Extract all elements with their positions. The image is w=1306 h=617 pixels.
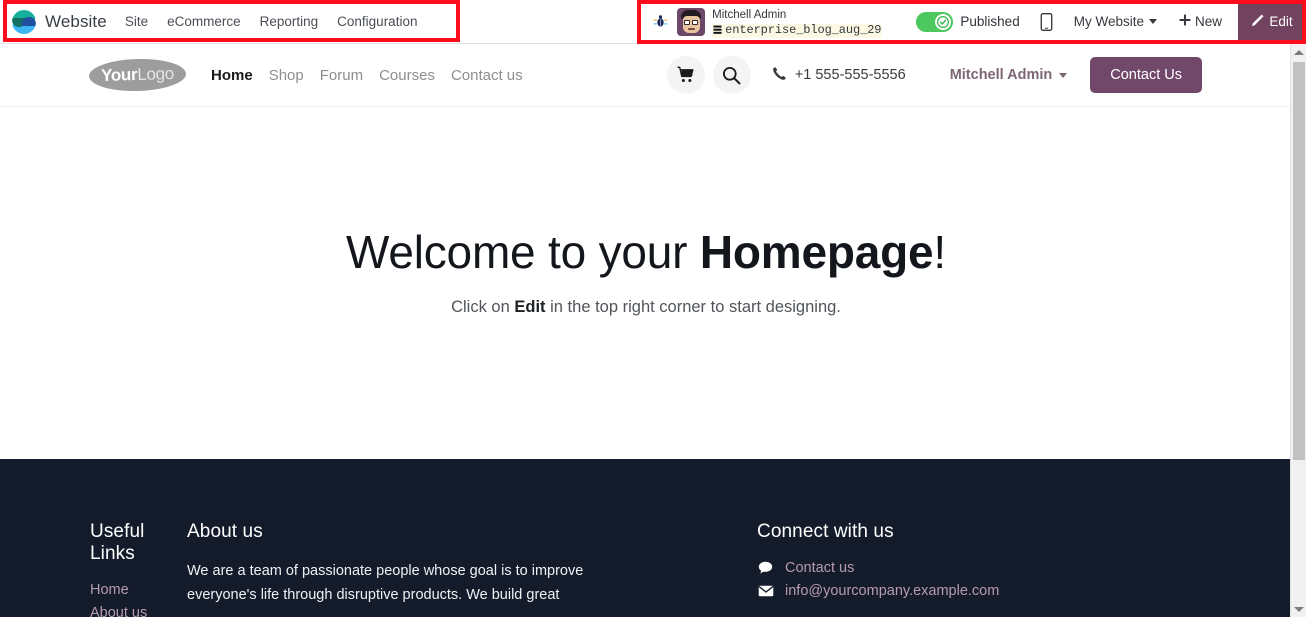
site-selector-label: My Website [1073,14,1144,29]
database-name-text: enterprise_blog_aug_29 [725,22,882,37]
bug-icon[interactable] [641,14,677,29]
publish-toggle[interactable] [916,11,954,32]
footer-useful-links-list: Home About us [90,582,187,617]
database-name-label: enterprise_blog_aug_29 [712,22,883,38]
website-user-menu[interactable]: Mitchell Admin [950,67,1068,83]
check-circle-icon [935,13,952,30]
backend-menu-list: Site eCommerce Reporting Configuration [125,14,418,29]
nav-item-courses[interactable]: Courses [379,67,435,84]
footer-connect-list: Contact us info@yourcompany.example.com [757,560,1157,599]
nav-item-home[interactable]: Home [211,67,253,84]
footer-connect-item-contact[interactable]: Contact us [757,560,1157,576]
footer-title-about: About us [187,521,263,542]
logo-light-text: Logo [137,64,175,85]
hero-subtitle: Click on Edit in the top right corner to… [451,298,841,317]
publish-toggle-group[interactable]: Published [916,11,1020,32]
website-header: YourLogo Home Shop Forum Courses Contact… [0,44,1292,107]
chevron-down-icon [1059,72,1068,78]
footer-link-home[interactable]: Home [90,582,187,598]
hero-sub-post: in the top right corner to start designi… [545,298,841,316]
phone-icon [772,66,787,85]
footer-column-useful-links: Useful Links Home About us [0,521,187,617]
footer-connect-item-email[interactable]: info@yourcompany.example.com [757,583,1157,599]
hero-title-bold: Homepage [699,226,934,278]
odoo-top-navbar: Website Site eCommerce Reporting Configu… [0,0,1306,44]
search-icon[interactable] [712,56,751,94]
phone-number: +1 555-555-5556 [794,67,906,83]
footer-title-connect: Connect with us [757,521,894,542]
envelope-icon [757,585,774,597]
scroll-up-arrow-icon[interactable] [1291,44,1306,60]
logo-bold-text: Your [100,65,138,85]
scroll-down-arrow-icon[interactable] [1291,601,1306,617]
vertical-scrollbar[interactable] [1290,44,1306,617]
publish-state-label: Published [960,14,1020,29]
website-user-label: Mitchell Admin [949,67,1053,83]
footer-column-connect: Connect with us Contact us info@yourcomp… [757,521,1157,617]
footer-link-contact-us[interactable]: Contact us [785,560,854,576]
menu-item-site[interactable]: Site [125,14,148,29]
website-footer: Useful Links Home About us About us We a… [0,459,1292,617]
contact-us-button[interactable]: Contact Us [1090,57,1202,93]
edit-button-label: Edit [1269,14,1293,29]
menu-item-reporting[interactable]: Reporting [260,14,319,29]
odoo-brand-block[interactable]: Website [0,9,107,34]
menu-item-ecommerce[interactable]: eCommerce [167,14,241,29]
hero-sub-pre: Click on [451,298,515,316]
edit-button[interactable]: Edit [1238,0,1306,44]
navbar-right-section: Mitchell Admin enterprise_blog_aug_29 Pu… [641,0,1306,44]
website-header-right: +1 555-555-5556 Mitchell Admin Contact U… [666,56,1292,94]
new-button[interactable]: New [1179,14,1222,29]
website-nav: Home Shop Forum Courses Contact us [211,67,523,84]
footer-link-email[interactable]: info@yourcompany.example.com [785,583,999,599]
website-logo[interactable]: YourLogo [88,57,187,93]
user-name-label: Mitchell Admin [712,9,787,22]
new-button-label: New [1194,14,1222,29]
hero-section: Welcome to your Homepage! Click on Edit … [0,108,1292,459]
avatar [677,7,706,36]
nav-item-contact-us[interactable]: Contact us [451,67,523,84]
scrollbar-thumb[interactable] [1293,62,1305,460]
nav-item-forum[interactable]: Forum [320,67,363,84]
hero-title-plain: Welcome to your [345,226,700,278]
hero-sub-bold: Edit [514,298,546,316]
footer-title-useful-links: Useful Links [90,521,145,564]
menu-item-configuration[interactable]: Configuration [337,14,417,29]
shopping-cart-icon[interactable] [666,56,705,94]
odoo-logo-icon [12,9,36,34]
phone-block[interactable]: +1 555-555-5556 [772,66,906,85]
app-name-label: Website [45,11,107,31]
site-selector-dropdown[interactable]: My Website [1074,14,1157,29]
database-icon [713,25,722,35]
hero-title-end: ! [933,226,947,278]
nav-item-shop[interactable]: Shop [269,67,304,84]
chevron-down-icon [1148,19,1157,24]
footer-about-text: We are a team of passionate people whose… [187,563,584,603]
footer-column-about: About us We are a team of passionate peo… [187,521,757,617]
footer-link-about-us[interactable]: About us [90,605,187,617]
pencil-icon [1251,13,1264,30]
mobile-phone-icon[interactable] [1040,12,1053,31]
comment-icon [757,561,774,575]
plus-icon [1179,14,1191,29]
page-title: Welcome to your Homepage! [346,225,946,279]
user-block[interactable]: Mitchell Admin enterprise_blog_aug_29 [677,5,888,38]
